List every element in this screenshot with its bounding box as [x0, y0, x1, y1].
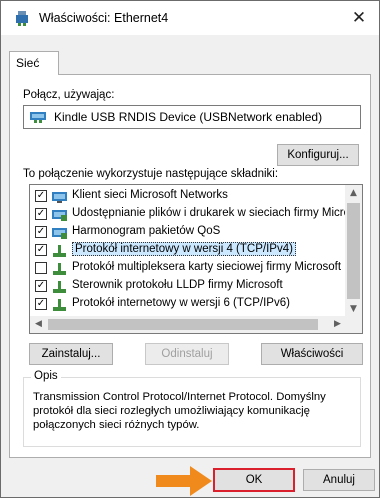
configure-button[interactable]: Konfiguruj...	[277, 144, 359, 166]
arrow-right-icon	[156, 466, 212, 496]
install-button-label: Zainstaluj...	[41, 348, 101, 360]
install-button[interactable]: Zainstaluj...	[29, 343, 113, 365]
configure-button-label: Konfiguruj...	[287, 149, 349, 161]
list-item[interactable]: Protokół multipleksera karty sieciowej f…	[30, 260, 346, 277]
protocol-icon	[53, 245, 66, 257]
cancel-button-label: Anuluj	[323, 474, 355, 486]
network-client-icon	[52, 192, 67, 203]
close-button[interactable]: ✕	[345, 5, 373, 31]
list-item[interactable]: ✓ Harmonogram pakietów QoS	[30, 224, 346, 241]
horizontal-scroll-thumb[interactable]	[48, 319, 318, 330]
properties-button[interactable]: Właściwości	[261, 343, 363, 365]
uninstall-button-label: Odinstaluj	[161, 348, 213, 360]
properties-window: Właściwości: Ethernet4 ✕ Sieć Połącz, uż…	[0, 0, 380, 498]
scroll-right-icon[interactable]: ▶	[329, 316, 346, 333]
cancel-button[interactable]: Anuluj	[303, 469, 375, 491]
scroll-left-icon[interactable]: ◀	[30, 316, 47, 333]
component-checkbox[interactable]: ✓	[35, 226, 47, 238]
list-item[interactable]: ✓ Klient sieci Microsoft Networks	[30, 188, 346, 205]
protocol-icon	[53, 263, 66, 275]
list-item[interactable]: ✓ Protokół internetowy w wersji 6 (TCP/IP…	[30, 296, 346, 313]
description-title: Opis	[31, 370, 61, 382]
tab-network[interactable]: Sieć	[9, 51, 59, 75]
list-item[interactable]: ✓ Protokół internetowy w wersji 4 (TCP/IP…	[30, 242, 346, 259]
component-checkbox[interactable]: ✓	[35, 190, 47, 202]
components-label: To połączenie wykorzystuje następujące s…	[23, 168, 279, 180]
ok-button[interactable]: OK	[213, 468, 295, 492]
properties-button-label: Właściwości	[280, 348, 344, 360]
component-label: Udostępnianie plików i drukarek w siecia…	[72, 207, 356, 219]
vertical-scrollbar[interactable]: ▲ ▼	[345, 185, 362, 318]
ok-button-label: OK	[245, 474, 263, 486]
list-item[interactable]: ✓ Sterownik protokołu LLDP firmy Microsof…	[30, 278, 346, 295]
scroll-up-icon[interactable]: ▲	[345, 185, 362, 202]
close-icon: ✕	[351, 8, 367, 28]
component-label: Protokół internetowy w wersji 4 (TCP/IPv…	[72, 242, 296, 256]
list-item[interactable]: ✓ Udostępnianie plików i drukarek w sieci…	[30, 206, 356, 223]
tab-network-label: Sieć	[16, 56, 40, 70]
component-checkbox[interactable]: ✓	[35, 298, 47, 310]
uninstall-button[interactable]: Odinstaluj	[145, 343, 229, 365]
horizontal-scrollbar[interactable]: ◀ ▶	[30, 316, 346, 333]
component-checkbox[interactable]	[35, 262, 47, 274]
component-label: Protokół internetowy w wersji 6 (TCP/IPv…	[72, 297, 290, 309]
network-service-icon	[52, 210, 67, 221]
network-adapter-icon	[16, 11, 28, 26]
connect-using-label: Połącz, używając:	[23, 89, 115, 101]
network-adapter-icon	[30, 112, 46, 123]
title-bar: Właściwości: Ethernet4 ✕	[1, 1, 379, 35]
protocol-icon	[53, 281, 66, 293]
component-checkbox[interactable]: ✓	[35, 280, 47, 292]
device-field: Kindle USB RNDIS Device (USBNetwork enab…	[23, 105, 361, 129]
component-label: Harmonogram pakietów QoS	[72, 225, 221, 237]
device-name: Kindle USB RNDIS Device (USBNetwork enab…	[54, 110, 323, 124]
component-label: Protokół multipleksera karty sieciowej f…	[72, 261, 342, 273]
component-label: Sterownik protokołu LLDP firmy Microsoft	[72, 279, 283, 291]
components-list[interactable]: ✓ Klient sieci Microsoft Networks ✓ Udostęp…	[29, 184, 363, 334]
description-text: Transmission Control Protocol/Internet P…	[33, 391, 326, 431]
protocol-icon	[53, 299, 66, 311]
network-service-icon	[52, 228, 67, 239]
scroll-corner	[345, 316, 362, 333]
component-checkbox[interactable]: ✓	[35, 208, 47, 220]
component-label: Klient sieci Microsoft Networks	[72, 189, 228, 201]
vertical-scroll-thumb[interactable]	[347, 203, 360, 299]
component-checkbox[interactable]: ✓	[35, 244, 47, 256]
window-title: Właściwości: Ethernet4	[39, 11, 169, 25]
